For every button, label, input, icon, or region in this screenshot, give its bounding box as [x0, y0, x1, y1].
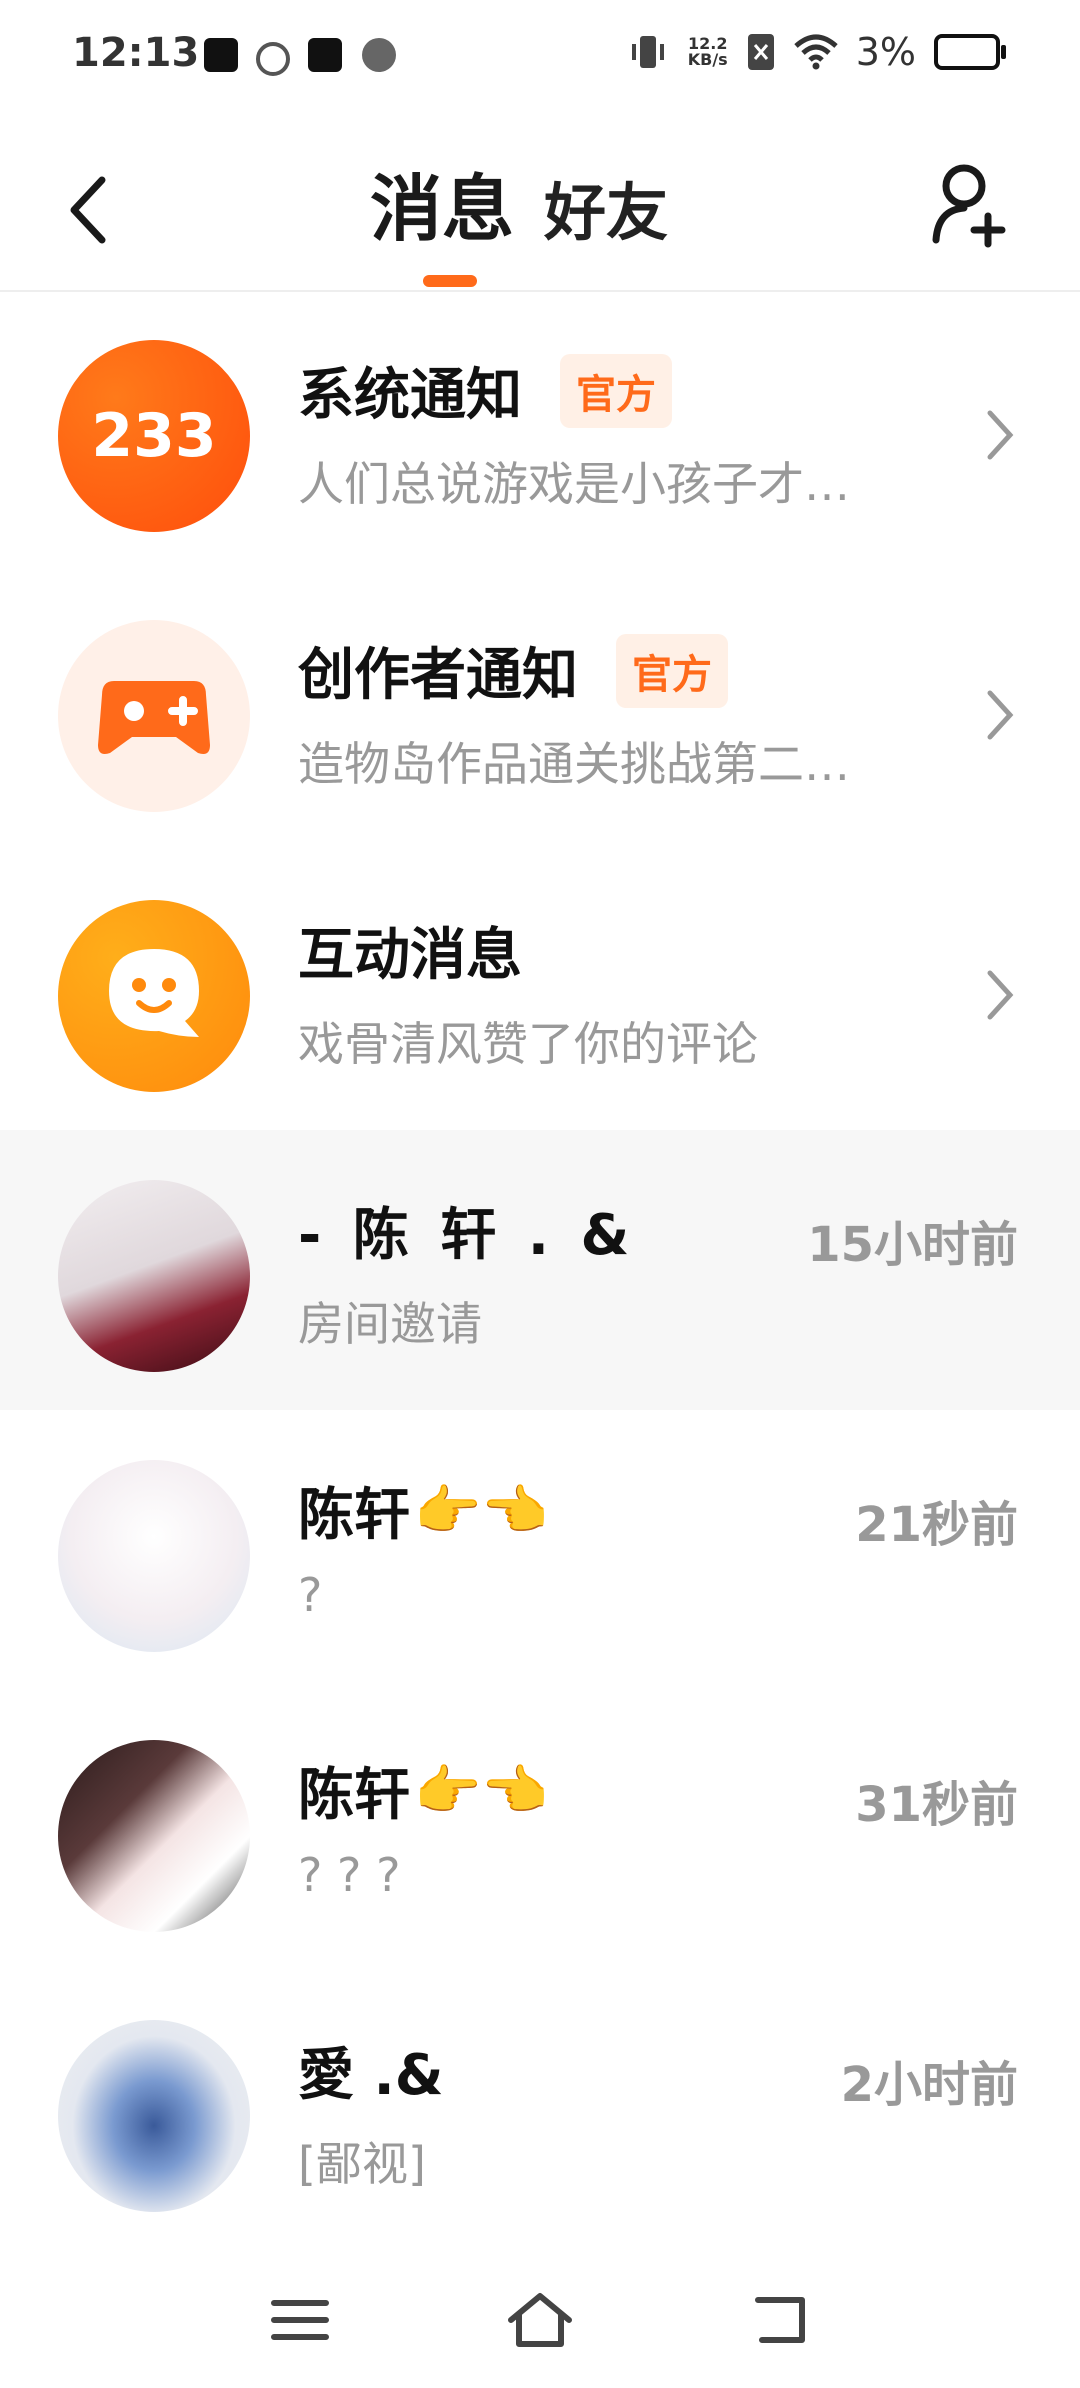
status-bar: 12:13 12.2 KB/s 3%	[0, 0, 1080, 120]
notification-title: 系统通知	[298, 363, 522, 428]
no-sim-icon	[747, 34, 774, 70]
notification-preview: 造物岛作品通关挑战第二…	[298, 737, 850, 791]
pointing-fingers-emoji: 👉👈	[414, 1758, 549, 1822]
home-button[interactable]	[490, 2270, 590, 2370]
chat-time: 15小时前	[807, 1217, 1018, 1273]
pointing-fingers-emoji: 👉👈	[414, 1478, 549, 1542]
notification-title: 互动消息	[298, 923, 522, 988]
active-tab-indicator	[423, 275, 477, 287]
back-icon	[755, 2297, 805, 2343]
notification-row-creator[interactable]: 创作者通知 官方 造物岛作品通关挑战第二…	[0, 570, 1080, 850]
tiktok-lite-icon	[308, 38, 342, 72]
chat-name-line: 陈轩 👉👈	[298, 1470, 548, 1551]
official-badge: 官方	[560, 353, 672, 428]
menu-icon	[271, 2300, 329, 2340]
cat-face-icon	[362, 38, 396, 72]
menu-button[interactable]	[250, 2270, 350, 2370]
notification-row-interaction[interactable]: 互动消息 戏骨清风赞了你的评论	[0, 850, 1080, 1130]
chat-time: 21秒前	[855, 1497, 1018, 1553]
user-avatar	[58, 2020, 250, 2212]
tab-bar: 消息 好友	[370, 150, 668, 255]
tab-friends[interactable]: 好友	[544, 162, 668, 252]
chat-bubble-icon	[58, 900, 250, 1092]
notification-preview: 人们总说游戏是小孩子才…	[298, 457, 850, 511]
network-speed: 12.2 KB/s	[688, 36, 728, 68]
chat-time: 2小时前	[840, 2057, 1018, 2113]
233-logo-text: 233	[91, 401, 216, 471]
chat-name: - 陈 轩 . &	[298, 1203, 636, 1268]
chat-message-preview: ?	[298, 1568, 323, 1622]
chat-row[interactable]: 陈轩 👉👈 21秒前 ?	[0, 1410, 1080, 1690]
back-button[interactable]	[730, 2270, 830, 2370]
chat-message-preview: [鄙视]	[298, 2137, 426, 2191]
notification-row-system[interactable]: 233 系统通知 官方 人们总说游戏是小孩子才…	[0, 290, 1080, 570]
official-badge: 官方	[616, 633, 728, 708]
network-speed-unit: KB/s	[687, 50, 728, 69]
notification-title-line: 互动消息	[298, 910, 522, 991]
wifi-icon	[794, 34, 838, 70]
chat-row[interactable]: 愛 .& 2小时前 [鄙视]	[0, 1970, 1080, 2250]
status-time: 12:13	[72, 30, 200, 76]
planet-icon	[256, 42, 290, 76]
gamepad-icon	[58, 620, 250, 812]
chat-name: 愛 .&	[298, 2043, 444, 2108]
chat-name-line: 陈轩 👉👈	[298, 1750, 548, 1831]
233-logo-icon: 233	[58, 340, 250, 532]
chat-message-preview: 房间邀请	[298, 1297, 482, 1351]
top-header: 消息 好友	[0, 120, 1080, 292]
home-icon	[508, 2293, 572, 2347]
svg-text:233: 233	[91, 401, 216, 471]
user-avatar	[58, 1460, 250, 1652]
tiktok-icon	[204, 38, 238, 72]
user-avatar	[58, 1740, 250, 1932]
chat-name-line: - 陈 轩 . &	[298, 1190, 635, 1271]
notification-title-line: 系统通知 官方	[298, 350, 672, 431]
back-arrow-icon[interactable]	[60, 170, 120, 250]
vibrate-icon	[631, 36, 664, 68]
chat-time: 31秒前	[855, 1777, 1018, 1833]
status-right-group: 12.2 KB/s 3%	[626, 30, 1006, 74]
tab-messages[interactable]: 消息	[370, 150, 514, 255]
chevron-right-icon	[987, 410, 1014, 460]
chevron-right-icon	[987, 690, 1014, 740]
user-avatar	[58, 1180, 250, 1372]
chat-name-line: 愛 .&	[298, 2030, 444, 2111]
add-friend-icon[interactable]	[930, 160, 1010, 250]
notification-title: 创作者通知	[298, 643, 578, 708]
notification-preview: 戏骨清风赞了你的评论	[298, 1017, 758, 1071]
chat-row[interactable]: - 陈 轩 . & 15小时前 房间邀请	[0, 1130, 1080, 1410]
chat-message-preview: ? ? ?	[298, 1848, 401, 1902]
chat-row[interactable]: 陈轩 👉👈 31秒前 ? ? ?	[0, 1690, 1080, 1970]
battery-percent: 3%	[855, 30, 916, 74]
chat-name: 陈轩	[298, 1763, 410, 1828]
chevron-right-icon	[987, 970, 1014, 1020]
chat-name: 陈轩	[298, 1483, 410, 1548]
battery-icon	[934, 34, 1006, 70]
notification-title-line: 创作者通知 官方	[298, 630, 728, 711]
system-nav-bar	[0, 2270, 1080, 2370]
